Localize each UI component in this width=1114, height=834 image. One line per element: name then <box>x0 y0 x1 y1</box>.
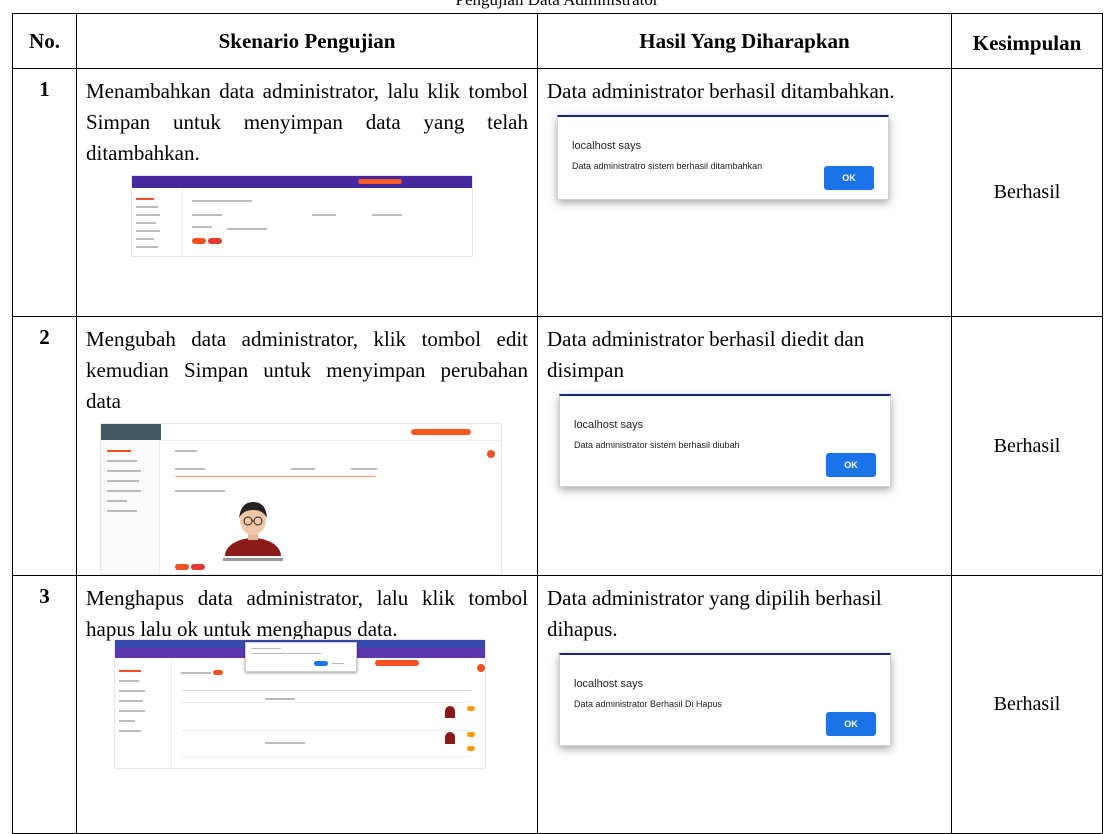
header-row: No. Skenario Pengujian Hasil Yang Dihara… <box>12 13 1103 69</box>
table-row: 2 Mengubah data administrator, klik tomb… <box>12 316 1103 576</box>
scenario-text: Menghapus data administrator, lalu klik … <box>86 586 528 641</box>
scenario-text: Menambahkan data administrator, lalu kli… <box>86 79 528 165</box>
table-row: 1 Menambahkan data administrator, lalu k… <box>12 68 1103 317</box>
dialog-message: Data administrator sistem berhasil diuba… <box>574 440 740 450</box>
conclusion: Berhasil <box>951 575 1103 834</box>
row-number: 2 <box>12 316 77 576</box>
expected-text: Data administrator yang dipilih berhasil… <box>547 586 882 641</box>
table-row: 3 Menghapus data administrator, lalu kli… <box>12 575 1103 834</box>
row-number: 1 <box>12 68 77 317</box>
header-expected: Hasil Yang Diharapkan <box>537 13 952 69</box>
header-no: No. <box>12 13 77 69</box>
expected-text: Data administrator berhasil diedit dan d… <box>547 327 865 382</box>
conclusion: Berhasil <box>951 68 1103 317</box>
alert-dialog: localhost says Data administratro sistem… <box>557 115 889 200</box>
scenario-text: Mengubah data administrator, klik tombol… <box>86 327 528 413</box>
screenshot-thumbnail <box>100 423 502 575</box>
dialog-message: Data administrator Berhasil Di Hapus <box>574 699 723 709</box>
alert-dialog: localhost says Data administrator sistem… <box>559 394 891 487</box>
screenshot-thumbnail <box>114 639 486 769</box>
header-conclusion: Kesimpulan <box>951 13 1103 69</box>
header-scenario: Skenario Pengujian <box>76 13 538 69</box>
dialog-message: Data administratro sistem berhasil ditam… <box>572 161 763 171</box>
avatar <box>225 502 281 556</box>
row-number: 3 <box>12 575 77 834</box>
screenshot-thumbnail <box>131 175 473 257</box>
ok-button[interactable]: OK <box>824 166 874 190</box>
conclusion: Berhasil <box>951 316 1103 576</box>
test-table: No. Skenario Pengujian Hasil Yang Dihara… <box>12 13 1103 834</box>
ok-button[interactable]: OK <box>826 712 876 736</box>
alert-dialog: localhost says Data administrator Berhas… <box>559 653 891 746</box>
expected-text: Data administrator berhasil ditambahkan. <box>547 79 895 103</box>
ok-button[interactable]: OK <box>826 453 876 477</box>
table-caption: Pengujian Data Administrator <box>0 0 1114 10</box>
